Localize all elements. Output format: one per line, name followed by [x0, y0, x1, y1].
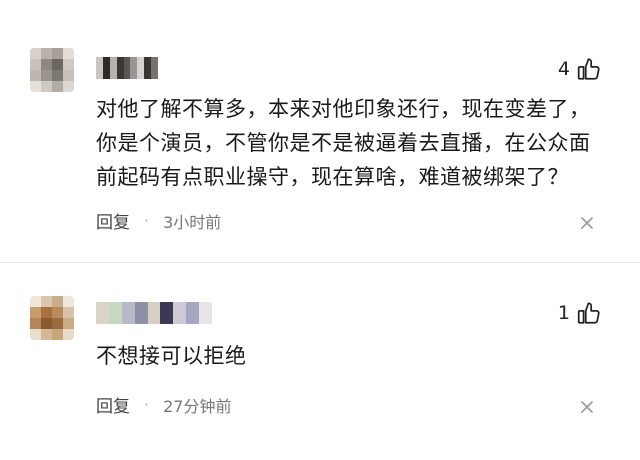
username-pixel — [151, 57, 159, 79]
comment-meta: 回复 · 3小时前 — [96, 208, 221, 233]
username-pixel — [109, 57, 117, 79]
avatar-pixel — [52, 329, 63, 340]
username-pixel — [96, 302, 109, 324]
avatar-pixel — [41, 59, 52, 70]
avatar[interactable] — [30, 48, 74, 92]
timestamp: 27分钟前 — [163, 396, 232, 416]
comment-text: 不想接可以拒绝 — [96, 344, 247, 368]
avatar-pixel — [30, 307, 41, 318]
like-count: 4 — [557, 58, 570, 80]
avatar-pixel — [41, 70, 52, 81]
username-pixel — [102, 57, 110, 79]
username-pixel — [116, 57, 124, 79]
avatar-pixel — [30, 296, 41, 307]
username-pixel — [134, 302, 148, 324]
avatar-pixel — [30, 329, 41, 340]
reply-button[interactable]: 回复 — [96, 392, 130, 417]
reply-button[interactable]: 回复 — [96, 208, 130, 233]
username-pixel — [144, 57, 152, 79]
avatar-pixel — [41, 81, 52, 92]
avatar-pixel — [41, 296, 52, 307]
avatar-pixel — [52, 296, 63, 307]
avatar-pixel — [52, 48, 63, 59]
avatar-pixel — [63, 81, 74, 92]
avatar[interactable] — [30, 296, 74, 340]
meta-separator: · — [144, 395, 150, 414]
avatar-pixel — [63, 318, 74, 329]
avatar-pixel — [52, 59, 63, 70]
avatar-pixel — [41, 48, 52, 59]
username-pixel — [121, 302, 135, 324]
close-icon[interactable] — [580, 216, 594, 230]
avatar-pixel — [52, 81, 63, 92]
divider — [0, 262, 640, 263]
avatar-pixel — [30, 70, 41, 81]
thumbs-up-icon — [577, 302, 600, 324]
like-count: 1 — [557, 302, 570, 324]
like-button[interactable]: 1 — [558, 300, 602, 326]
username-pixel — [147, 302, 161, 324]
avatar-pixel — [30, 48, 41, 59]
avatar-pixel — [52, 318, 63, 329]
like-button[interactable]: 4 — [558, 56, 602, 82]
username-pixel — [160, 302, 174, 324]
close-icon[interactable] — [580, 400, 594, 414]
avatar-pixel — [63, 307, 74, 318]
comment-meta: 回复 · 27分钟前 — [96, 392, 231, 417]
avatar-pixel — [63, 296, 74, 307]
comment-item: 4 对他了解不算多，本来对他印象还行，现在变差了， 你是个演员，不管你是不是被逼… — [0, 0, 640, 260]
username-pixel — [123, 57, 131, 79]
avatar-pixel — [41, 329, 52, 340]
avatar-pixel — [30, 59, 41, 70]
username[interactable] — [96, 57, 159, 79]
avatar-pixel — [41, 307, 52, 318]
avatar-pixel — [30, 318, 41, 329]
username[interactable] — [96, 302, 213, 324]
username-pixel — [186, 302, 200, 324]
thumbs-up-icon — [577, 58, 600, 80]
username-pixel — [173, 302, 187, 324]
avatar-pixel — [63, 48, 74, 59]
avatar-pixel — [52, 70, 63, 81]
username-pixel — [130, 57, 138, 79]
avatar-pixel — [63, 70, 74, 81]
comment-item: 1 不想接可以拒绝 回复 · 27分钟前 — [0, 270, 640, 460]
avatar-pixel — [52, 307, 63, 318]
avatar-pixel — [63, 329, 74, 340]
avatar-pixel — [63, 59, 74, 70]
username-pixel — [108, 302, 122, 324]
meta-separator: · — [144, 211, 150, 230]
username-pixel — [137, 57, 145, 79]
username-pixel — [96, 57, 103, 79]
timestamp: 3小时前 — [163, 212, 222, 232]
comment-text: 对他了解不算多，本来对他印象还行，现在变差了， 你是个演员，不管你是不是被逼着去… — [96, 97, 591, 189]
avatar-pixel — [41, 318, 52, 329]
avatar-pixel — [30, 81, 41, 92]
username-pixel — [199, 302, 213, 324]
